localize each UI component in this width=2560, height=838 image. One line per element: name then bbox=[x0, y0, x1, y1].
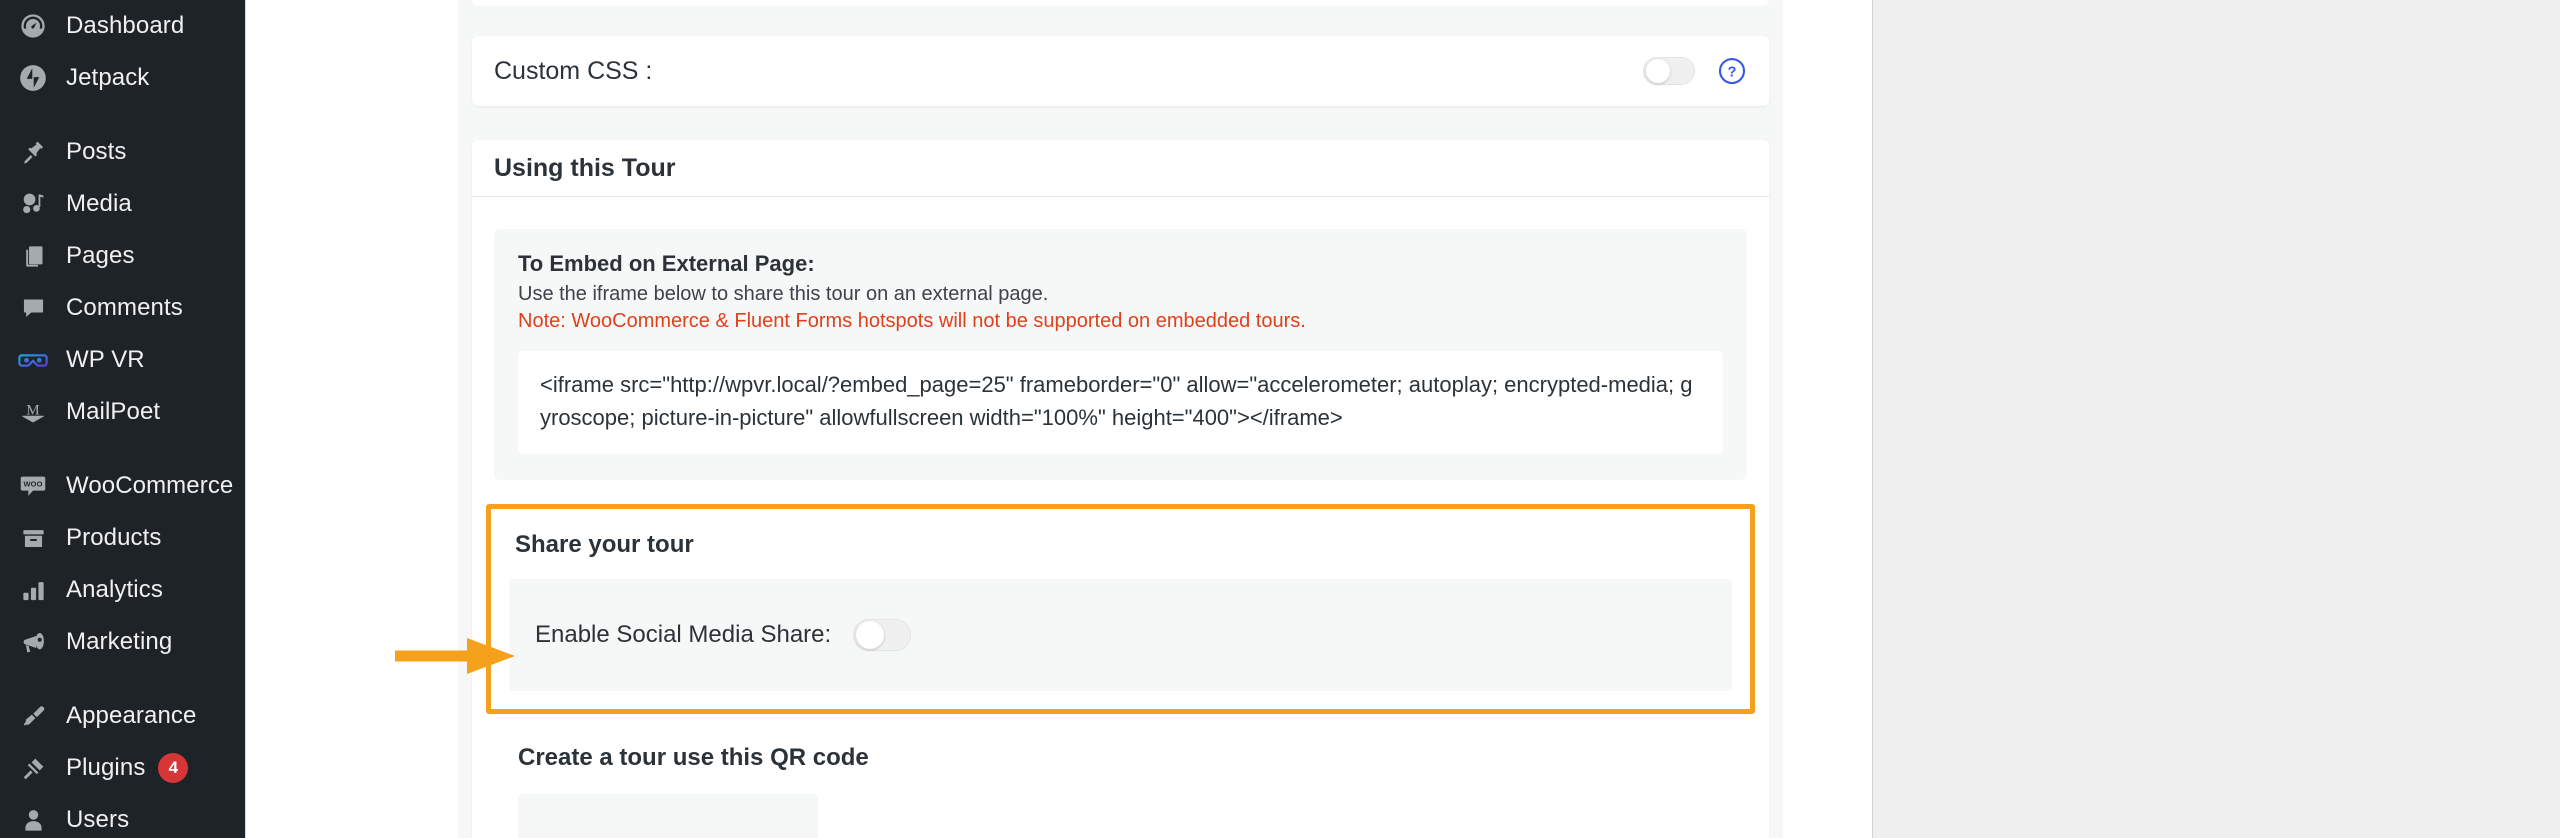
dashboard-icon bbox=[12, 8, 54, 44]
content-column: Custom CSS : ? Using this Tour To Embed … bbox=[458, 0, 1783, 838]
social-media-share-label: Enable Social Media Share: bbox=[535, 621, 832, 649]
sidebar-item-comments[interactable]: Comments bbox=[0, 282, 245, 334]
sidebar-gutter bbox=[245, 0, 280, 838]
woocommerce-icon: WOO bbox=[12, 468, 54, 504]
main-area: Custom CSS : ? Using this Tour To Embed … bbox=[280, 0, 2560, 838]
products-box-icon bbox=[12, 520, 54, 556]
mailpoet-icon: M bbox=[12, 394, 54, 430]
using-this-tour-title: Using this Tour bbox=[472, 140, 1769, 197]
sidebar-item-label: WP VR bbox=[66, 346, 145, 373]
sidebar-item-label: Products bbox=[66, 524, 162, 551]
sidebar-item-label: Media bbox=[66, 190, 132, 217]
sidebar-item-plugins[interactable]: Plugins 4 bbox=[0, 742, 245, 794]
custom-css-label: Custom CSS : bbox=[494, 56, 653, 85]
qr-code-placeholder bbox=[518, 794, 818, 838]
custom-css-controls: ? bbox=[1643, 56, 1747, 86]
embed-subtitle: Use the iframe below to share this tour … bbox=[518, 283, 1049, 305]
plugins-update-badge: 4 bbox=[158, 753, 189, 783]
sidebar-item-woocommerce[interactable]: WOO WooCommerce bbox=[0, 460, 245, 512]
comments-icon bbox=[12, 290, 54, 326]
jetpack-icon bbox=[12, 60, 54, 96]
toggle-knob bbox=[856, 621, 885, 650]
sidebar-item-users[interactable]: Users bbox=[0, 794, 245, 838]
plug-icon bbox=[12, 750, 54, 786]
social-media-share-toggle[interactable] bbox=[853, 619, 912, 652]
social-media-share-row: Enable Social Media Share: bbox=[509, 579, 1732, 692]
paintbrush-icon bbox=[12, 698, 54, 734]
question-circle-icon[interactable]: ? bbox=[1717, 56, 1747, 86]
sidebar-item-label: Analytics bbox=[66, 576, 163, 603]
sidebar-item-label: MailPoet bbox=[66, 398, 161, 425]
user-icon bbox=[12, 802, 54, 838]
using-this-tour-card: Using this Tour To Embed on External Pag… bbox=[472, 140, 1769, 838]
sidebar-item-wp-vr[interactable]: WP VR bbox=[0, 334, 245, 386]
media-icon bbox=[12, 186, 54, 222]
embed-external-page-panel: To Embed on External Page: Use the ifram… bbox=[494, 229, 1747, 481]
sidebar-item-label: Plugins bbox=[66, 754, 146, 781]
sidebar-item-appearance[interactable]: Appearance bbox=[0, 690, 245, 742]
embed-iframe-code[interactable]: <iframe src="http://wpvr.local/?embed_pa… bbox=[518, 351, 1723, 455]
sidebar-item-label: Posts bbox=[66, 138, 127, 165]
screen-root: Dashboard Jetpack Posts Media Pages Comm… bbox=[0, 0, 2560, 838]
sidebar-item-posts[interactable]: Posts bbox=[0, 126, 245, 178]
sidebar-item-label: Users bbox=[66, 806, 130, 833]
megaphone-icon bbox=[12, 624, 54, 660]
sidebar-item-jetpack[interactable]: Jetpack bbox=[0, 52, 245, 104]
sidebar-item-label: WooCommerce bbox=[66, 472, 234, 499]
toggle-knob bbox=[1646, 59, 1670, 83]
sidebar-item-label: Dashboard bbox=[66, 12, 185, 39]
sidebar-item-mailpoet[interactable]: M MailPoet bbox=[0, 386, 245, 438]
share-your-tour-section: Share your tour Enable Social Media Shar… bbox=[486, 504, 1755, 715]
sidebar-item-label: Pages bbox=[66, 242, 135, 269]
qr-code-title: Create a tour use this QR code bbox=[518, 744, 869, 772]
sidebar-item-label: Jetpack bbox=[66, 64, 150, 91]
sidebar-item-marketing[interactable]: Marketing bbox=[0, 616, 245, 668]
right-filler bbox=[1783, 0, 2560, 838]
pin-icon bbox=[12, 134, 54, 170]
previous-setting-card-partial bbox=[472, 0, 1769, 6]
vr-goggles-icon bbox=[12, 342, 54, 378]
sidebar-item-analytics[interactable]: Analytics bbox=[0, 564, 245, 616]
sidebar-item-dashboard[interactable]: Dashboard bbox=[0, 0, 245, 52]
sidebar-item-label: Appearance bbox=[66, 702, 197, 729]
right-gray-panel bbox=[1873, 0, 2560, 838]
custom-css-row: Custom CSS : ? bbox=[472, 36, 1769, 106]
embed-title: To Embed on External Page: bbox=[518, 251, 815, 276]
admin-sidebar: Dashboard Jetpack Posts Media Pages Comm… bbox=[0, 0, 245, 838]
sidebar-item-label: Marketing bbox=[66, 628, 173, 655]
share-your-tour-title: Share your tour bbox=[515, 531, 694, 559]
sidebar-item-pages[interactable]: Pages bbox=[0, 230, 245, 282]
pages-icon bbox=[12, 238, 54, 274]
custom-css-toggle[interactable] bbox=[1643, 57, 1695, 85]
sidebar-item-media[interactable]: Media bbox=[0, 178, 245, 230]
sidebar-item-label: Comments bbox=[66, 294, 183, 321]
using-this-tour-body: To Embed on External Page: Use the ifram… bbox=[472, 197, 1769, 838]
bar-chart-icon bbox=[12, 572, 54, 608]
svg-text:WOO: WOO bbox=[24, 480, 43, 489]
embed-note: Note: WooCommerce & Fluent Forms hotspot… bbox=[518, 310, 1306, 332]
svg-text:?: ? bbox=[1728, 65, 1737, 81]
sidebar-item-products[interactable]: Products bbox=[0, 512, 245, 564]
